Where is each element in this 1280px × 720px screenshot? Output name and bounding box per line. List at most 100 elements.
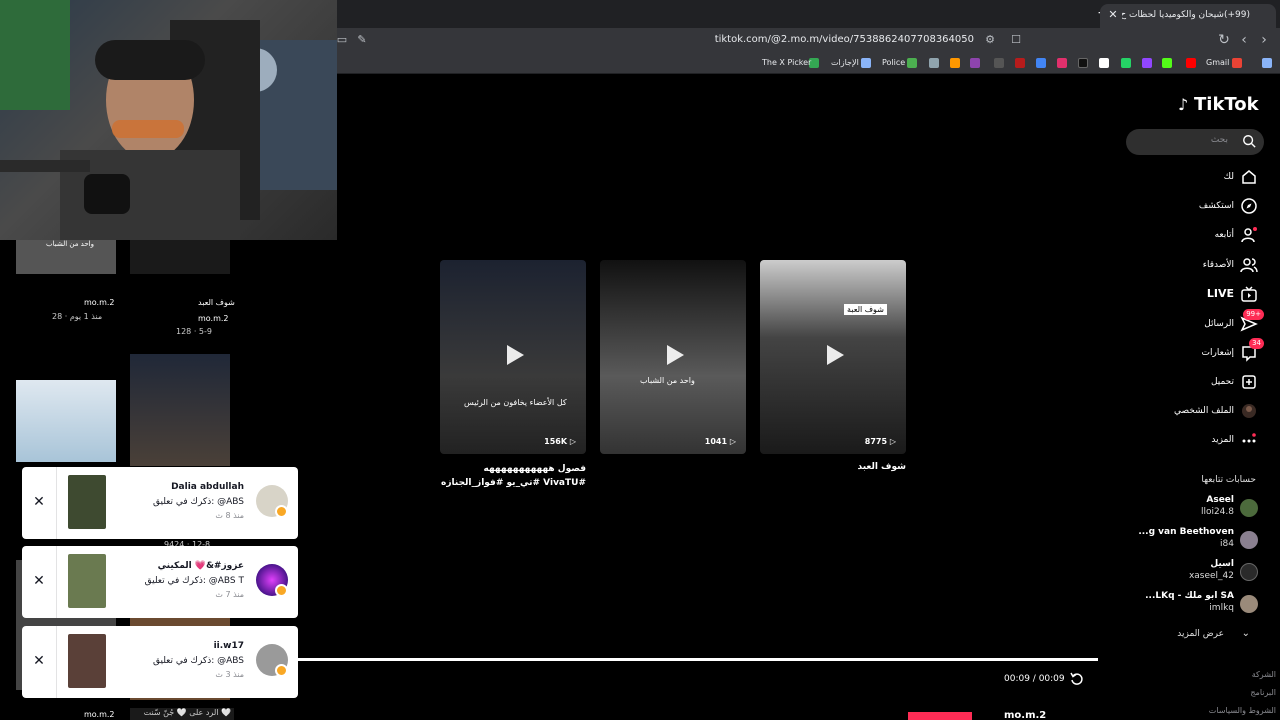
play-icon — [507, 345, 524, 365]
close-notification-icon[interactable]: ✕ — [30, 572, 48, 590]
gmail-icon[interactable] — [1232, 58, 1242, 68]
notification-text: ذكرك في تعليق: @ABS T — [144, 576, 244, 586]
video-title[interactable]: شوف العبد — [760, 462, 907, 472]
close-notification-icon[interactable]: ✕ — [30, 493, 48, 511]
tiktok-logo[interactable]: ♪ TikTok — [1178, 94, 1260, 116]
browser-tab[interactable]: ✕ (99+)شيحان والكوميديا لحظات ح... — [1100, 4, 1276, 28]
creator-name[interactable]: mo.m.2 — [1004, 710, 1046, 720]
nav-live[interactable]: LIVE — [1140, 283, 1264, 305]
nav-explore[interactable]: استكشف — [1140, 195, 1264, 217]
instagram-icon[interactable] — [1057, 58, 1067, 68]
notification-divider — [56, 546, 57, 618]
apps-icon[interactable] — [1262, 58, 1272, 68]
tiktok-bookmark-icon[interactable] — [1078, 58, 1088, 68]
close-tab-icon[interactable]: ✕ — [1106, 8, 1120, 22]
github-icon[interactable] — [994, 58, 1004, 68]
replay-icon[interactable] — [1070, 672, 1084, 686]
following-name: اسيل — [1210, 559, 1234, 569]
play-icon — [667, 345, 684, 365]
back-icon[interactable]: › — [1256, 32, 1272, 48]
nav-messages[interactable]: الرسائل 99+ — [1140, 309, 1264, 335]
video-caption: كل الأعضاء يخافون من الرئيس — [464, 398, 567, 407]
twitch-icon[interactable] — [1142, 58, 1152, 68]
bookmark-icon-s[interactable] — [970, 58, 980, 68]
following-account[interactable]: ...g van Beethoven i84 — [1130, 527, 1260, 553]
thumb-caption: واحد من الشباب — [46, 240, 95, 248]
notification-time: منذ 8 ث — [215, 511, 244, 520]
bookmark-police[interactable]: Police — [882, 57, 905, 69]
bookmark-icon-grey[interactable] — [929, 58, 939, 68]
following-name: Aseel — [1206, 495, 1234, 505]
whatsapp-icon[interactable] — [1121, 58, 1131, 68]
following-name: ...g van Beethoven — [1138, 527, 1234, 537]
nav-friends[interactable]: الأصدقاء — [1140, 254, 1264, 276]
profile-video-thumb[interactable] — [130, 354, 230, 466]
nav-label: استكشف — [1198, 201, 1234, 211]
avatar — [1240, 499, 1258, 517]
badge-icon — [275, 584, 288, 597]
avatar — [1240, 563, 1258, 581]
bookmark-gmail[interactable]: Gmail — [1206, 57, 1229, 69]
nav-label: المزيد — [1211, 435, 1234, 445]
following-name: ...LKq - ابو ملك SA — [1145, 591, 1234, 601]
see-more-button[interactable]: عرض المزيد ⌄ — [1140, 628, 1260, 642]
notification-time: منذ 7 ث — [215, 590, 244, 599]
site-settings-icon[interactable]: ⚙ — [982, 32, 998, 48]
notification-card[interactable]: ✕ عزوز#&💗 المكيني ذكرك في تعليق: @ABS T … — [22, 546, 298, 618]
bookmark-icon-orange[interactable] — [950, 58, 960, 68]
webcam-feed-image — [0, 0, 337, 240]
video-card[interactable]: واحد من الشباب 1041 ▷ — [600, 260, 746, 454]
nav-upload[interactable]: تحميل — [1140, 371, 1264, 393]
following-account[interactable]: اسيل xaseel_42 — [1130, 559, 1260, 585]
bookmark-vacations[interactable]: الإجازات — [831, 57, 859, 69]
upload-icon — [1242, 375, 1256, 389]
police-icon[interactable] — [907, 58, 917, 68]
nav-label: الأصدقاء — [1202, 260, 1234, 270]
footer-company-link[interactable]: الشركة — [1252, 670, 1276, 679]
webcam-overlay — [0, 0, 337, 240]
following-handle: xaseel_42 — [1188, 571, 1234, 581]
video-card[interactable]: شوف العبة 8775 ▷ — [760, 260, 906, 454]
youtube-icon[interactable] — [1186, 58, 1196, 68]
forward-icon[interactable]: ‹ — [1236, 32, 1252, 48]
nav-following[interactable]: أتابعه — [1140, 224, 1264, 246]
profile-video-thumb[interactable] — [16, 380, 116, 462]
video-progress-bar[interactable] — [298, 658, 1098, 661]
play-icon — [827, 345, 844, 365]
nav-more[interactable]: المزيد — [1140, 429, 1264, 451]
profile-icon — [1242, 404, 1256, 418]
close-notification-icon[interactable]: ✕ — [30, 652, 48, 670]
search-icon[interactable] — [1242, 134, 1256, 148]
footer-terms-link[interactable]: الشروط والسياسات — [1209, 706, 1276, 715]
search-input[interactable]: بحث — [1126, 129, 1264, 155]
nav-label: الملف الشخصي — [1174, 406, 1234, 416]
kick-icon[interactable] — [1162, 58, 1172, 68]
following-account[interactable]: Aseel lloi24.8 — [1130, 495, 1260, 521]
profile-video-thumb[interactable] — [130, 238, 230, 274]
footer-program-link[interactable]: البرنامج — [1250, 688, 1276, 697]
nav-profile[interactable]: الملف الشخصي — [1140, 400, 1264, 422]
bookmark-icon-red[interactable] — [1015, 58, 1025, 68]
x-icon[interactable] — [1099, 58, 1109, 68]
compass-icon — [1241, 198, 1257, 214]
bookmark-x-picker[interactable]: The X Picker — [762, 57, 811, 69]
reload-icon[interactable]: ↻ — [1216, 32, 1232, 48]
following-handle: lloi24.8 — [1200, 507, 1234, 517]
following-account[interactable]: ...LKq - ابو ملك SA imlkq — [1130, 591, 1260, 617]
notification-card[interactable]: ✕ Dalia abdullah ذكرك في تعليق: @ABS منذ… — [22, 467, 298, 539]
video-title[interactable]: فصول هههههههههههه #VivaTU #تي_يو #فواز_ا… — [440, 462, 586, 490]
notification-name: Dalia abdullah — [171, 482, 244, 492]
video-card[interactable]: كل الأعضاء يخافون من الرئيس 156K ▷ — [440, 260, 586, 454]
edit-icon[interactable]: ✎ — [354, 32, 370, 48]
address-bar[interactable]: tiktok.com/@2.mo.m/video/753886240770836… — [640, 32, 974, 48]
notification-card[interactable]: ✕ ii.w17 ذكرك في تعليق: @ABS منذ 3 ث — [22, 626, 298, 698]
translate-icon[interactable] — [1036, 58, 1046, 68]
video-timecode: 00:09 / 00:09 — [1004, 674, 1065, 684]
view-count: 1041 ▷ — [704, 437, 736, 446]
nav-for-you[interactable]: لك — [1140, 166, 1264, 188]
follow-button[interactable] — [908, 712, 972, 720]
list-icon[interactable] — [861, 58, 871, 68]
nav-inbox[interactable]: إشعارات 34 — [1140, 338, 1264, 364]
bookmark-icon[interactable]: ☐ — [1008, 32, 1024, 48]
profile-video-thumb[interactable]: واحد من الشباب — [16, 238, 116, 274]
